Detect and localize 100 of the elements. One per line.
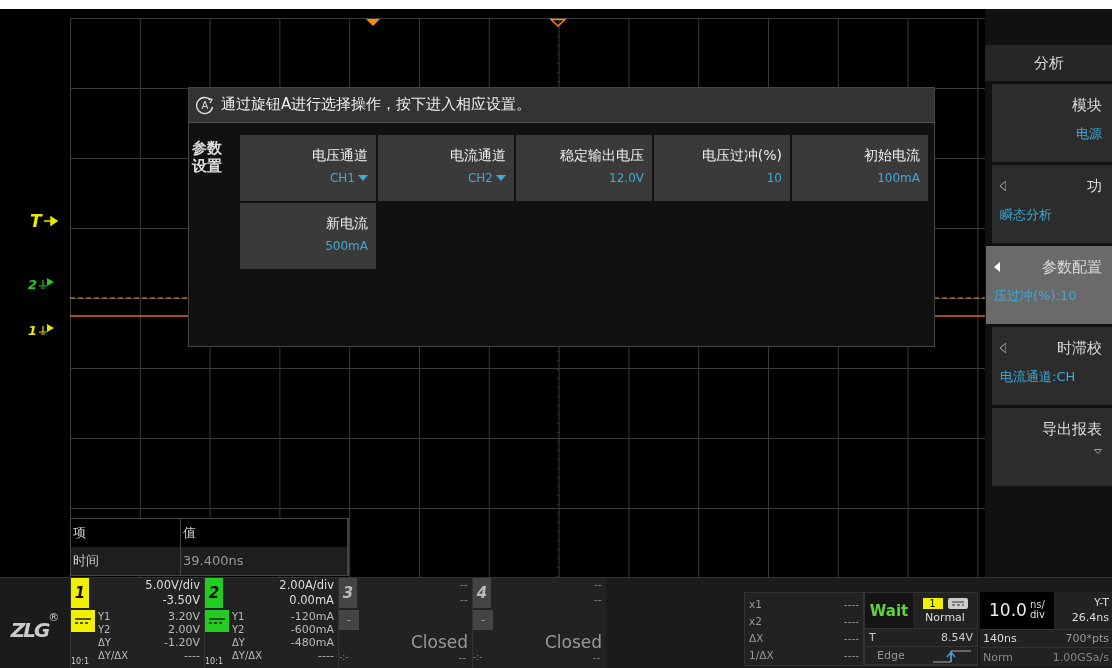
cursor-label: x2 [749, 614, 762, 627]
cursor-value: ---- [843, 614, 859, 627]
coupling-icon [947, 597, 968, 609]
parameter-field[interactable]: 电流通道 CH2 [378, 135, 514, 201]
cursor-value: ---- [843, 648, 859, 661]
brand-logo: ZLG [10, 618, 49, 642]
channel-badge: 1 [71, 578, 89, 608]
channel-offset: -3.50V [162, 593, 200, 608]
trigger-mode: Normal [925, 610, 965, 624]
column-header: 项 [71, 519, 181, 547]
reading-value: -- [591, 652, 601, 665]
threshold-label: T [869, 631, 876, 645]
column-header: 值 [181, 519, 348, 547]
trigger-position-icon [366, 19, 380, 26]
cursor-value: ---- [843, 597, 859, 610]
menu-item[interactable]: 参数配置 压过冲(%):10 [986, 246, 1112, 324]
dc-coupling-icon [205, 610, 229, 632]
source-badge: 1 [922, 597, 943, 609]
channel-offset: -- [593, 593, 602, 608]
trigger-delay: 26.4ns [1071, 611, 1109, 625]
trigger-panel[interactable]: Wait 1 Normal T 8.54V Edge [864, 592, 978, 666]
channel-scale: -- [459, 578, 468, 593]
sample-rate: 1.00GSa/s [1052, 650, 1109, 664]
menu-item[interactable]: 导出报表 [992, 408, 1112, 486]
reading-label: ΔY [232, 636, 245, 649]
trigger-type: Edge [877, 649, 905, 663]
reading-label: ΔY/ΔX [98, 649, 128, 662]
dc-coupling-icon [71, 610, 95, 632]
menu-item[interactable]: 时滞校 电流通道:CH [992, 327, 1112, 405]
timebase-scale: 10.0 [989, 600, 1027, 621]
dialog-hint: 通过旋钮A进行选择操作，按下进入相应设置。 [221, 95, 532, 115]
reading-label: ΔY/ΔX [232, 649, 262, 662]
reading-value: ---- [184, 649, 200, 662]
reading-label: Y1 [232, 610, 245, 623]
cursor-label: x1 [749, 597, 762, 610]
channel-panel[interactable]: 4 -- -- - Closed -:- -- [472, 578, 606, 668]
channel-offset: -- [459, 593, 468, 608]
left-arrow-icon [1000, 343, 1006, 354]
parameter-field[interactable]: 新电流 500mA [240, 203, 376, 269]
reading-value: -- [457, 652, 467, 665]
channel-scale: 5.00V/div [145, 578, 200, 593]
reading-value: ---- [318, 649, 334, 662]
menu-title: 分析 [985, 45, 1112, 81]
reading-value: -600mA [290, 623, 334, 636]
reading-value: -120mA [290, 610, 334, 623]
left-arrow-icon [1000, 181, 1006, 192]
probe-ratio: -:- [473, 652, 484, 664]
cursor-value: ---- [843, 631, 859, 644]
parameter-field[interactable]: 电压通道 CH1 [240, 135, 376, 201]
display-mode: Y-T [1093, 596, 1109, 610]
table-cell: 时间 [71, 547, 181, 575]
channel-badge: 4 [473, 578, 491, 608]
reading-label: ΔY [98, 636, 111, 649]
arrow-icon [43, 216, 58, 226]
acquire-mode: Norm [983, 650, 1013, 664]
rising-edge-icon [933, 648, 973, 663]
coupling-badge: - [339, 610, 359, 630]
reading-label: Y2 [232, 623, 245, 636]
registered-mark: ® [48, 610, 60, 624]
probe-ratio: -:- [339, 652, 350, 664]
parameter-field[interactable]: 稳定输出电压 12.0V [516, 135, 652, 201]
time-span: 140ns [983, 632, 1017, 646]
timebase-unit: ns/ [1029, 600, 1045, 611]
channel-panel[interactable]: 2 2.00A/div 0.00mA 10:1 Y1 -120mA Y2 -600mA ΔY -480mA ΔY/ΔX ---- [204, 578, 338, 668]
reading-value: 3.20V [167, 610, 200, 623]
reading-label: Y2 [98, 623, 111, 636]
channel-scale: -- [593, 578, 602, 593]
trigger-threshold: 8.54V [940, 631, 973, 645]
dropdown-icon [496, 175, 506, 181]
parameter-field[interactable]: 电压过冲(%) 10 [654, 135, 790, 201]
channel-badge: 3 [339, 578, 357, 608]
menu-item[interactable]: 功 瞬态分析 [992, 165, 1112, 243]
dropdown-icon [1094, 449, 1102, 454]
record-length: 700*pts [1065, 632, 1109, 646]
parameter-field[interactable]: 初始电流 100mA [792, 135, 928, 201]
cursor-label: ΔX [749, 631, 764, 644]
reading-value: -1.20V [164, 636, 200, 649]
acquisition-state: Wait [865, 593, 913, 629]
channel-offset: 0.00mA [289, 593, 334, 608]
channel-scale: 2.00A/div [279, 578, 334, 593]
channel-badge: 2 [205, 578, 223, 608]
probe-ratio: 10:1 [71, 657, 90, 666]
channel-status: Closed [543, 632, 603, 652]
trigger-level-marker: T [30, 211, 42, 231]
left-arrow-icon [994, 262, 1000, 273]
probe-ratio: 10:1 [205, 657, 224, 666]
channel-panel[interactable]: 1 5.00V/div -3.50V 10:1 Y1 3.20V Y2 2.00V ΔY -1.20V ΔY/ΔX ---- [70, 578, 204, 668]
dropdown-icon [358, 175, 368, 181]
reading-value: 2.00V [167, 623, 200, 636]
timebase-unit: div [1029, 610, 1045, 621]
channel-marker: 1 [28, 323, 38, 338]
center-marker-icon [549, 18, 567, 27]
channel-panel[interactable]: 3 -- -- - Closed -:- -- [338, 578, 472, 668]
menu-item[interactable]: 模块 电源 [992, 84, 1112, 162]
section-label: 参数设置 [192, 138, 223, 177]
channel-marker: 2 [28, 277, 38, 292]
reading-value: -480mA [290, 636, 334, 649]
cursor-label: 1/ΔX [749, 648, 774, 661]
reading-label: Y1 [98, 610, 111, 623]
coupling-badge: - [473, 610, 493, 630]
